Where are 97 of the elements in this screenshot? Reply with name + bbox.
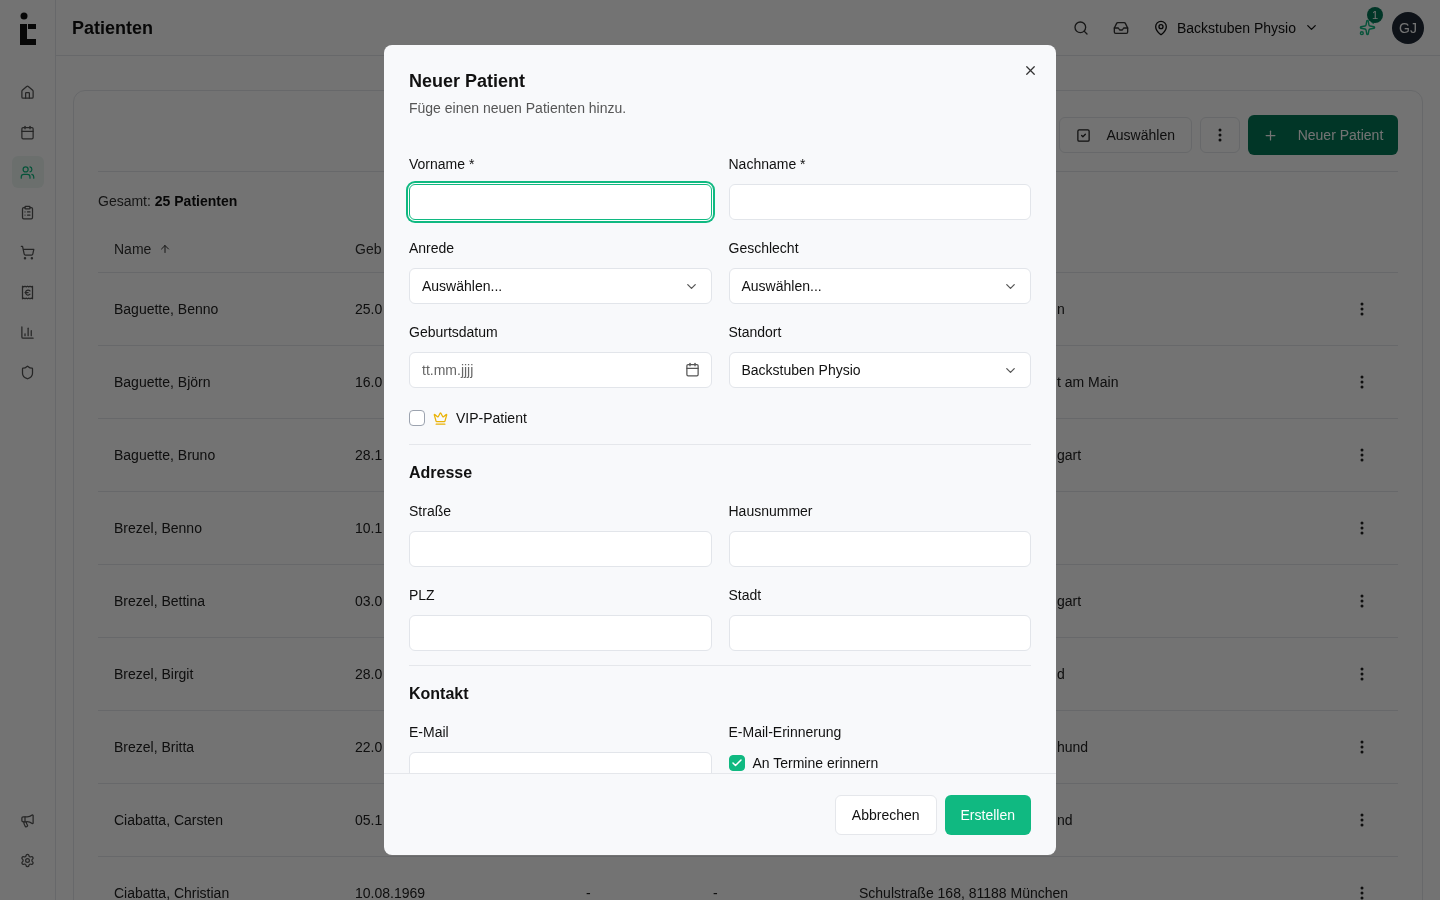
shield-icon xyxy=(20,364,35,380)
cancel-button[interactable]: Abbrechen xyxy=(834,794,937,835)
more-icon xyxy=(1218,128,1222,142)
search-icon[interactable] xyxy=(1072,19,1089,36)
map-pin-icon xyxy=(1152,19,1169,36)
checkbox[interactable] xyxy=(728,755,745,771)
sparkles-icon[interactable] xyxy=(1359,19,1376,36)
table-cell: n xyxy=(1057,301,1065,317)
location-selector[interactable]: Backstuben Physio xyxy=(1152,17,1319,38)
notification-badge: 1 xyxy=(1367,7,1383,23)
column-header[interactable]: Geb xyxy=(355,239,382,259)
patient-count: Gesamt: 25 Patienten xyxy=(98,192,238,211)
users-icon xyxy=(20,164,35,180)
table-cell: Brezel, Bettina xyxy=(114,593,206,609)
table-cell: d xyxy=(1057,666,1065,682)
row-menu-icon[interactable] xyxy=(1360,886,1364,900)
section-heading: Adresse xyxy=(409,463,474,483)
row-menu-icon[interactable] xyxy=(1360,302,1364,316)
row-menu-icon[interactable] xyxy=(1360,813,1364,827)
cart-icon xyxy=(20,244,35,260)
table-cell: Baguette, Benno xyxy=(114,301,219,317)
logo-icon xyxy=(18,12,37,46)
home-icon xyxy=(20,84,35,100)
table-cell: Brezel, Benno xyxy=(114,520,202,536)
table-cell: Schulstraße 168, 81188 München xyxy=(859,885,1069,900)
column-header[interactable]: Name xyxy=(114,239,152,259)
sidebar-item[interactable] xyxy=(11,156,44,188)
euro-receipt-icon xyxy=(20,284,35,300)
row-menu-icon[interactable] xyxy=(1360,594,1364,608)
table-cell: 28.1 xyxy=(355,447,383,463)
field-label: Standort xyxy=(728,323,783,342)
table-cell: - xyxy=(713,885,718,900)
select-field[interactable]: Auswählen... xyxy=(728,268,1031,304)
table-cell: Brezel, Birgit xyxy=(114,666,194,682)
table-cell: - xyxy=(586,885,591,900)
checkbox[interactable] xyxy=(409,410,425,426)
field-label: Geschlecht xyxy=(728,239,800,258)
table-cell: 03.0 xyxy=(355,593,383,609)
more-button[interactable] xyxy=(1200,117,1240,153)
field-label: Anrede xyxy=(409,239,456,258)
table-cell: hund xyxy=(1057,739,1089,755)
create-button[interactable]: Erstellen xyxy=(944,794,1031,835)
row-menu-icon[interactable] xyxy=(1360,740,1364,754)
field-label: Vorname * xyxy=(409,155,476,174)
select-field[interactable]: Backstuben Physio xyxy=(728,352,1031,388)
table-cell: 05.1 xyxy=(355,812,383,828)
dialog-subtitle: Füge einen neuen Patienten hinzu. xyxy=(409,99,628,118)
field-label: Hausnummer xyxy=(728,502,814,521)
input-field[interactable] xyxy=(409,184,712,220)
table-cell: gart xyxy=(1057,593,1082,609)
field-label: PLZ xyxy=(409,586,436,605)
dialog-title: Neuer Patient xyxy=(409,70,527,93)
table-cell: 25.0 xyxy=(355,301,383,317)
table-cell: t am Main xyxy=(1057,374,1119,390)
field-label: Geburtsdatum xyxy=(409,323,499,342)
table-cell: 10.08.1969 xyxy=(355,885,426,900)
check-icon xyxy=(730,757,743,769)
table-cell: Ciabatta, Christian xyxy=(114,885,230,900)
table-cell: Baguette, Björn xyxy=(114,374,211,390)
field-label: E-Mail xyxy=(409,723,450,742)
avatar[interactable]: GJ xyxy=(1392,11,1424,44)
table-cell: 28.0 xyxy=(355,666,383,682)
checkbox-icon xyxy=(1075,127,1091,143)
table-cell: nd xyxy=(1057,812,1073,828)
table-cell: Brezel, Britta xyxy=(114,739,195,755)
select-button[interactable]: Auswählen xyxy=(1058,117,1192,153)
crown-icon xyxy=(433,410,448,426)
field-label: Nachname * xyxy=(728,155,807,174)
field-label: E-Mail-Erinnerung xyxy=(728,723,843,742)
table-cell: 16.0 xyxy=(355,374,383,390)
megaphone-icon xyxy=(20,812,35,828)
field-label: Straße xyxy=(409,502,452,521)
select-field[interactable]: Auswählen... xyxy=(409,268,712,304)
row-menu-icon[interactable] xyxy=(1360,375,1364,389)
clipboard-icon xyxy=(20,204,35,220)
new-patient-button[interactable]: Neuer Patient xyxy=(1248,115,1398,155)
sort-arrow-icon xyxy=(159,243,172,255)
page-title: Patienten xyxy=(72,16,154,40)
table-cell: gart xyxy=(1057,447,1082,463)
checkbox-label: An Termine erinnern xyxy=(752,754,879,773)
table-cell: 22.0 xyxy=(355,739,383,755)
row-menu-icon[interactable] xyxy=(1360,667,1364,681)
section-heading: Kontakt xyxy=(409,684,470,704)
settings-icon xyxy=(20,852,35,868)
table-cell: Ciabatta, Carsten xyxy=(114,812,223,828)
plus-icon xyxy=(1262,127,1278,143)
field-label: Stadt xyxy=(728,586,763,605)
table-cell: Baguette, Bruno xyxy=(114,447,216,463)
checkbox-label: VIP-Patient xyxy=(456,409,527,428)
date-field[interactable]: tt.mm.jjjj xyxy=(409,352,712,388)
table-cell: 10.1 xyxy=(355,520,383,536)
bar-chart-icon xyxy=(20,324,35,340)
inbox-icon[interactable] xyxy=(1112,19,1129,36)
calendar-icon xyxy=(20,124,35,140)
calendar-icon[interactable] xyxy=(684,362,700,377)
row-menu-icon[interactable] xyxy=(1360,448,1364,462)
row-menu-icon[interactable] xyxy=(1360,521,1364,535)
